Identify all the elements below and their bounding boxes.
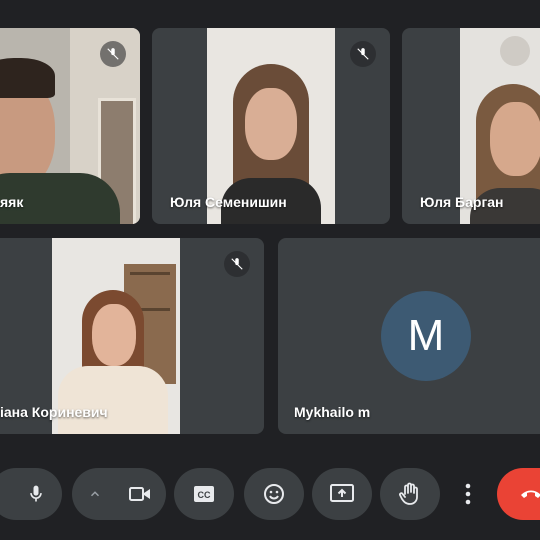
chevron-up-icon[interactable] [88, 487, 102, 501]
leave-call-button[interactable] [497, 468, 540, 520]
camera-button[interactable] [72, 468, 166, 520]
captions-button[interactable]: CC [174, 468, 234, 520]
more-vert-icon [465, 483, 471, 505]
participant-name: яяк [0, 194, 24, 210]
participant-name: Юля Семенишин [170, 194, 287, 210]
avatar: M [381, 291, 471, 381]
video-camera-icon [128, 484, 152, 504]
raise-hand-button[interactable] [380, 468, 440, 520]
mic-icon [26, 484, 46, 504]
participant-tile[interactable]: Юля Семенишин [152, 28, 390, 224]
participant-tile[interactable]: яяк [0, 28, 140, 224]
emoji-icon [262, 482, 286, 506]
present-screen-button[interactable] [312, 468, 372, 520]
svg-text:CC: CC [198, 490, 211, 500]
mic-muted-icon [100, 41, 126, 67]
reactions-button[interactable] [244, 468, 304, 520]
mic-muted-icon [350, 41, 376, 67]
hand-icon [399, 482, 421, 506]
participant-name: Mykhailo m [294, 404, 371, 420]
participant-name: іана Кориневич [0, 404, 108, 420]
participant-tile[interactable]: M Mykhailo m [278, 238, 540, 434]
present-screen-icon [329, 483, 355, 505]
microphone-button[interactable] [0, 468, 62, 520]
participant-tile[interactable]: іана Кориневич [0, 238, 264, 434]
phone-end-icon [519, 487, 540, 501]
closed-captions-icon: CC [192, 484, 216, 504]
participant-tile[interactable]: Юля Барган [402, 28, 540, 224]
more-options-button[interactable] [448, 468, 488, 520]
mic-muted-icon [224, 251, 250, 277]
participant-name: Юля Барган [420, 194, 504, 210]
